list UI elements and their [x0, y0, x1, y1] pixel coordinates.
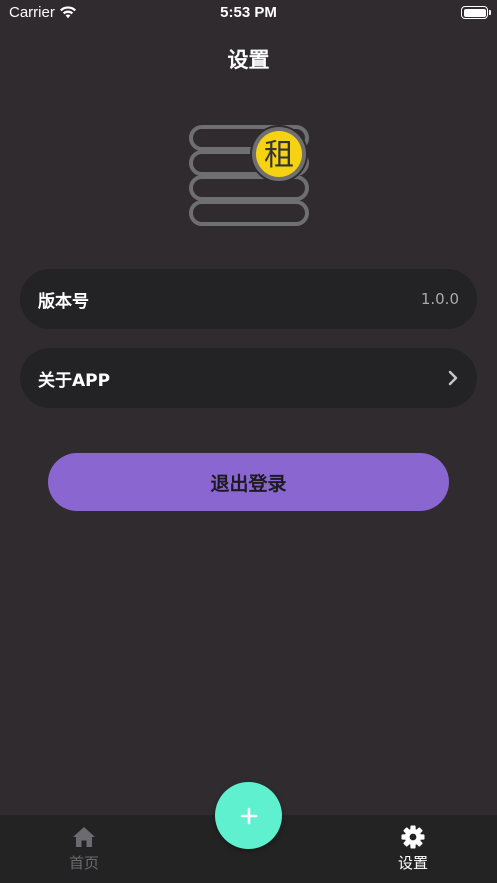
status-time: 5:53 PM — [220, 4, 277, 21]
about-app-label: 关于APP — [38, 370, 111, 391]
page-title: 设置 — [227, 48, 270, 72]
tab-home-label: 首页 — [68, 854, 99, 872]
tab-settings[interactable]: 设置 — [363, 815, 463, 883]
gear-icon — [401, 825, 425, 849]
app-logo-icon: 租 — [189, 125, 309, 226]
chevron-right-icon — [448, 370, 458, 386]
tab-settings-label: 设置 — [397, 854, 428, 872]
add-button[interactable] — [215, 782, 282, 849]
version-row: 版本号 1.0.0 — [20, 269, 477, 329]
tab-home[interactable]: 首页 — [34, 815, 134, 883]
about-app-row[interactable]: 关于APP — [20, 348, 477, 408]
version-label: 版本号 — [38, 291, 89, 312]
home-icon — [73, 827, 95, 847]
version-value: 1.0.0 — [420, 290, 459, 308]
logout-button[interactable]: 退出登录 — [48, 453, 449, 511]
plus-icon — [240, 807, 257, 824]
status-bar: Carrier 5:53 PM — [0, 0, 497, 26]
logo-badge-text: 租 — [264, 138, 294, 173]
battery-icon — [461, 6, 491, 19]
settings-screen: Carrier 5:53 PM 设置 租 版本号 1.0.0 关于APP 退出登… — [0, 0, 497, 883]
